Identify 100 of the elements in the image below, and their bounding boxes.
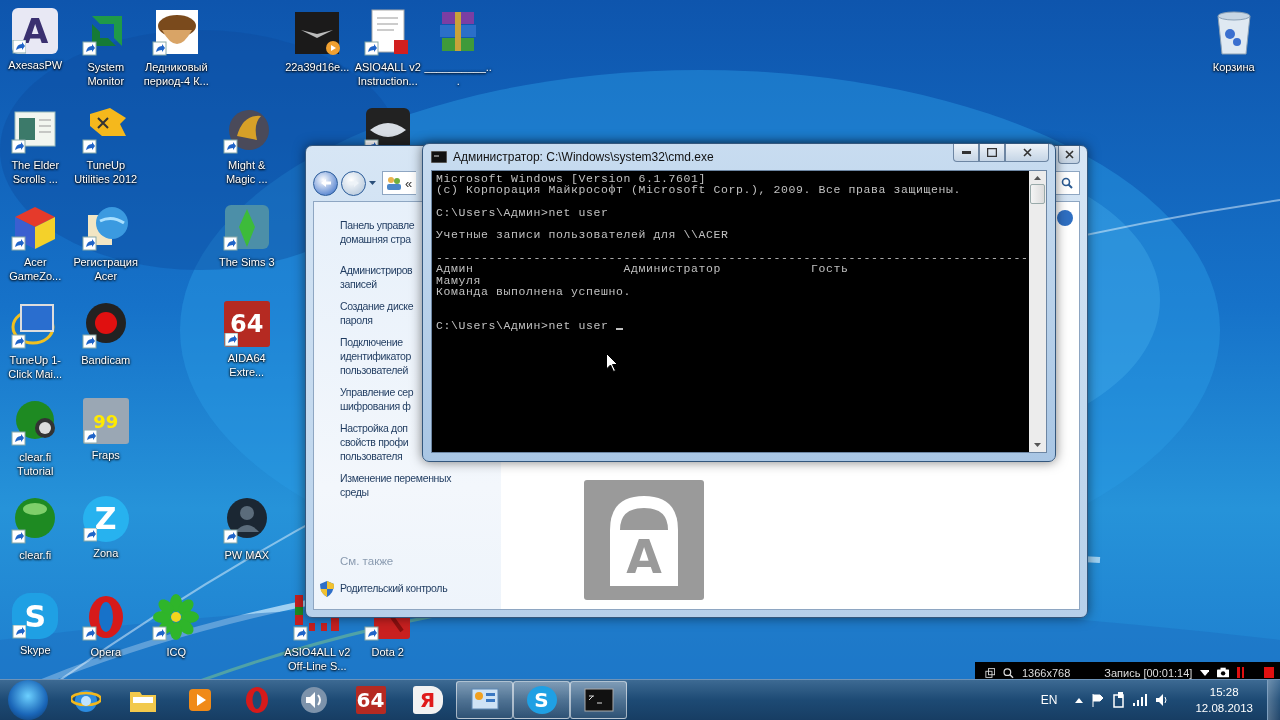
task-link[interactable]: Подключение <box>340 335 403 349</box>
icon-label[interactable]: Ледниковый период-4 К... <box>142 60 211 88</box>
back-button[interactable] <box>313 170 338 196</box>
dropdown-icon[interactable] <box>1200 669 1210 676</box>
see-also-heading: См. также <box>340 555 395 567</box>
task-link[interactable]: свойств профи <box>340 435 409 449</box>
letter-circle-icon: Z <box>82 495 129 542</box>
lock-icon: A <box>584 480 704 600</box>
forward-button[interactable] <box>341 170 366 196</box>
flag-icon[interactable] <box>1091 693 1106 707</box>
icon-label[interactable]: __________... <box>424 60 493 88</box>
window-title: Администратор: C:\Windows\system32\cmd.exe <box>453 150 715 164</box>
users-icon <box>386 176 402 190</box>
start-button[interactable] <box>8 680 48 720</box>
task-link[interactable]: Администриров <box>340 263 413 277</box>
icon-label[interactable]: clear.fi <box>1 547 70 562</box>
windows-icon[interactable] <box>985 666 996 679</box>
task-link[interactable]: пароля <box>340 313 373 327</box>
icon-label[interactable]: 22a39d16e... <box>283 60 352 74</box>
task-link[interactable]: среды <box>340 485 369 499</box>
console-icon <box>431 151 447 163</box>
battery-plug-icon[interactable] <box>1113 692 1126 708</box>
close-icon <box>1064 150 1074 159</box>
console-line: C:\Users\Админ>net user <box>436 206 610 219</box>
minimize-button[interactable] <box>953 144 979 162</box>
scrollbar[interactable] <box>1029 171 1046 452</box>
icon-label[interactable]: Acer GameZo... <box>1 255 70 283</box>
monitor-icon: 99 <box>82 398 129 444</box>
letter-cloud-icon: S <box>526 686 557 714</box>
volume-icon[interactable] <box>1155 693 1170 707</box>
search-field[interactable] <box>1054 171 1080 195</box>
task-link[interactable]: Панель управле <box>340 218 415 232</box>
parental-control-link[interactable]: Родительский контроль <box>340 581 448 595</box>
task-link[interactable]: идентификатор <box>340 349 412 363</box>
icon-label[interactable]: AxesasPW <box>1 58 70 72</box>
task-link[interactable]: шифрования ф <box>340 399 411 413</box>
taskbar-button[interactable] <box>456 681 513 719</box>
breadcrumb-overflow[interactable]: « <box>405 175 413 191</box>
icon-label[interactable]: The Elder Scrolls ... <box>1 157 70 186</box>
icon-label[interactable]: Регистрация Acer <box>71 255 140 283</box>
icon-label[interactable]: clear.fi Tutorial <box>1 450 70 478</box>
task-link[interactable]: Создание диске <box>340 299 414 313</box>
icon-label[interactable]: PW MAX <box>212 547 281 562</box>
close-button[interactable] <box>1005 144 1049 162</box>
icon-label[interactable]: Dota 2 <box>353 645 422 659</box>
icon-label[interactable]: Fraps <box>71 448 140 462</box>
icon-label[interactable]: Корзина <box>1199 60 1268 74</box>
icon-label[interactable]: Zona <box>71 545 140 560</box>
task-link[interactable]: Настройка доп <box>340 421 408 435</box>
show-desktop-button[interactable] <box>1267 680 1280 720</box>
icon-label[interactable]: Skype <box>1 643 70 657</box>
clock-date: 12.08.2013 <box>1195 701 1253 716</box>
scroll-down-icon <box>1034 443 1041 447</box>
pause-icon[interactable] <box>1237 667 1245 678</box>
back-arrow-icon <box>319 178 332 188</box>
resolution-text: 1366x768 <box>1021 666 1071 679</box>
icon-label[interactable]: AIDA64 Extre... <box>212 350 281 379</box>
scroll-up-icon <box>1034 176 1041 180</box>
task-link[interactable]: пользователей <box>340 363 408 377</box>
shield-icon <box>320 581 334 597</box>
language-indicator[interactable]: EN <box>1040 693 1058 707</box>
icon-label[interactable]: ICQ <box>142 645 211 659</box>
forward-arrow-icon <box>347 178 360 188</box>
taskbar-button[interactable]: Я <box>399 681 456 719</box>
close-button[interactable] <box>1058 146 1080 164</box>
icon-label[interactable]: Might & Magic ... <box>212 157 281 186</box>
icon-label[interactable]: Bandicam <box>71 352 140 367</box>
task-link[interactable]: домашняя стра <box>340 232 411 246</box>
console-icon <box>583 687 614 713</box>
camera-icon[interactable] <box>1217 667 1230 678</box>
caret-icon <box>369 181 376 185</box>
console-line: Команда выполнена успешно. <box>436 285 633 298</box>
text-cursor <box>616 328 624 331</box>
search-icon[interactable] <box>1003 666 1014 679</box>
recording-status: Запись [00:01:14] <box>1104 666 1193 679</box>
icon-label[interactable]: ASIO4ALL v2 Instruction... <box>353 60 422 88</box>
task-link[interactable]: Изменение переменных <box>340 471 452 485</box>
scroll-thumb[interactable] <box>1030 184 1045 204</box>
icon-label[interactable]: TuneUp Utilities 2012 <box>71 157 140 186</box>
clock[interactable]: 15:28 12.08.2013 <box>1195 684 1253 716</box>
maximize-button[interactable] <box>979 144 1005 162</box>
number-tile-icon: 64 <box>223 300 270 347</box>
icon-label[interactable]: TuneUp 1-Click Mai... <box>1 352 70 381</box>
console-line: ------------------------------------------------------------------------------- <box>436 252 1029 264</box>
icon-label[interactable]: Opera <box>71 645 140 659</box>
icon-label[interactable]: System Monitor <box>71 60 140 88</box>
signal-icon[interactable] <box>1133 694 1148 706</box>
caret-up-icon[interactable] <box>1075 697 1084 703</box>
letter-cloud-icon: S <box>12 593 59 639</box>
taskbar-button[interactable] <box>570 681 627 719</box>
console-line: Мамуля <box>436 274 482 286</box>
task-link[interactable]: Управление сер <box>340 385 414 399</box>
task-link[interactable]: записей <box>340 277 377 291</box>
address-bar[interactable]: « <box>382 171 416 195</box>
icon-label[interactable]: ASIO4ALL v2 Off-Line S... <box>283 645 352 673</box>
taskbar-button[interactable]: 64 <box>342 681 399 719</box>
icon-label[interactable]: The Sims 3 <box>212 255 281 269</box>
minimize-icon <box>961 151 971 154</box>
task-link[interactable]: пользователя <box>340 449 403 463</box>
letter-tag-icon: Я <box>412 686 443 714</box>
